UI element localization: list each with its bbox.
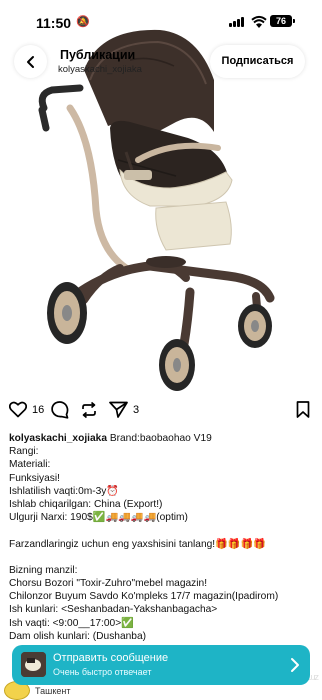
battery-tip — [293, 19, 295, 23]
caption-line: Ulgurji Narxi: 190$✅🚚🚚🚚🚚(optim) — [9, 512, 188, 524]
nav-header: Публикации kolyaskachi_xojiaka Подписать… — [0, 45, 322, 79]
send-message-title: Отправить сообщение — [53, 652, 169, 664]
post-author[interactable]: kolyaskachi_xojiaka — [9, 433, 107, 444]
caption-line: Farzandlaringiz uchun eng yaxshisini tan… — [9, 538, 266, 550]
repost-action[interactable] — [80, 401, 98, 419]
send-icon — [109, 401, 128, 418]
caption-brand: Brand:baobaohao V19 — [106, 433, 212, 444]
caption-first-line: kolyaskachi_xojiaka Brand:baobaohao V19 — [9, 432, 315, 445]
caption-line: Ish vaqti: <9:00__17:00>✅ — [9, 617, 134, 629]
bookmark-icon — [296, 401, 310, 418]
send-message-subtitle: Очень быстро отвечает — [53, 667, 152, 677]
post-actions: 16 3 — [0, 401, 322, 425]
caption-line: Dam olish kunlari: (Dushanba) — [9, 630, 147, 642]
account-username[interactable]: kolyaskachi_xojiaka — [58, 64, 142, 75]
chevron-right-icon — [291, 658, 299, 672]
page-title: Публикации — [60, 48, 136, 62]
share-action[interactable]: 3 — [109, 401, 139, 418]
caption-line: Bizning manzil: — [9, 564, 78, 576]
repost-icon — [82, 401, 96, 419]
battery-icon: 76 — [270, 15, 292, 27]
post-caption: kolyaskachi_xojiaka Brand:baobaohao V19 … — [9, 432, 315, 643]
caption-line: Rangi: — [9, 446, 39, 458]
bookmark-action[interactable] — [296, 401, 310, 418]
caption-line: Ish kunlari: <Seshanbadan-Yakshanbagacha… — [9, 604, 218, 616]
comment-icon — [51, 401, 69, 419]
bell-muted-icon: 🔕 — [76, 16, 90, 28]
wheel-left — [47, 282, 87, 344]
send-message-bar[interactable]: Отправить сообщение Очень быстро отвечае… — [12, 645, 310, 685]
subscribe-button[interactable]: Подписаться — [210, 45, 305, 78]
caption-line: Ishlab chiqarilgan: China (Export!) — [9, 498, 163, 510]
back-button[interactable] — [14, 45, 47, 78]
status-bar: 11:50 🔕 76 — [0, 0, 322, 44]
seller-avatar-image — [21, 652, 46, 677]
comment-action[interactable] — [51, 401, 69, 419]
caption-gap — [9, 524, 315, 537]
likes-count: 16 — [32, 403, 45, 416]
watermark-suffix: .uz — [308, 672, 319, 682]
back-arrow-icon — [26, 55, 34, 68]
caption-line: Materiali: — [9, 459, 51, 471]
caption-line: Ishlatilish vaqti:0m-3y⏰ — [9, 485, 120, 497]
signal-icon — [229, 17, 246, 27]
status-time: 11:50 — [36, 15, 72, 31]
wheel-center — [159, 339, 195, 391]
wheel-right — [238, 304, 272, 348]
seller-avatar — [21, 652, 46, 677]
caption-line: Funksiyasi! — [9, 472, 60, 484]
caption-line: Chorsu Bozori "Toxir-Zuhro"mebel magazin… — [9, 578, 208, 590]
heart-icon — [9, 401, 27, 418]
shares-count: 3 — [133, 403, 140, 416]
bottom-strip: kolyaskachi_xojiaka Ташкент olx.uz — [0, 663, 322, 700]
location-text: Ташкент — [35, 686, 71, 696]
caption-gap — [9, 551, 315, 564]
wifi-icon — [251, 15, 267, 28]
caption-line: Chilonzor Buyum Savdo Ko'mpleks 17/7 mag… — [9, 591, 279, 603]
like-action[interactable]: 16 — [9, 401, 44, 418]
